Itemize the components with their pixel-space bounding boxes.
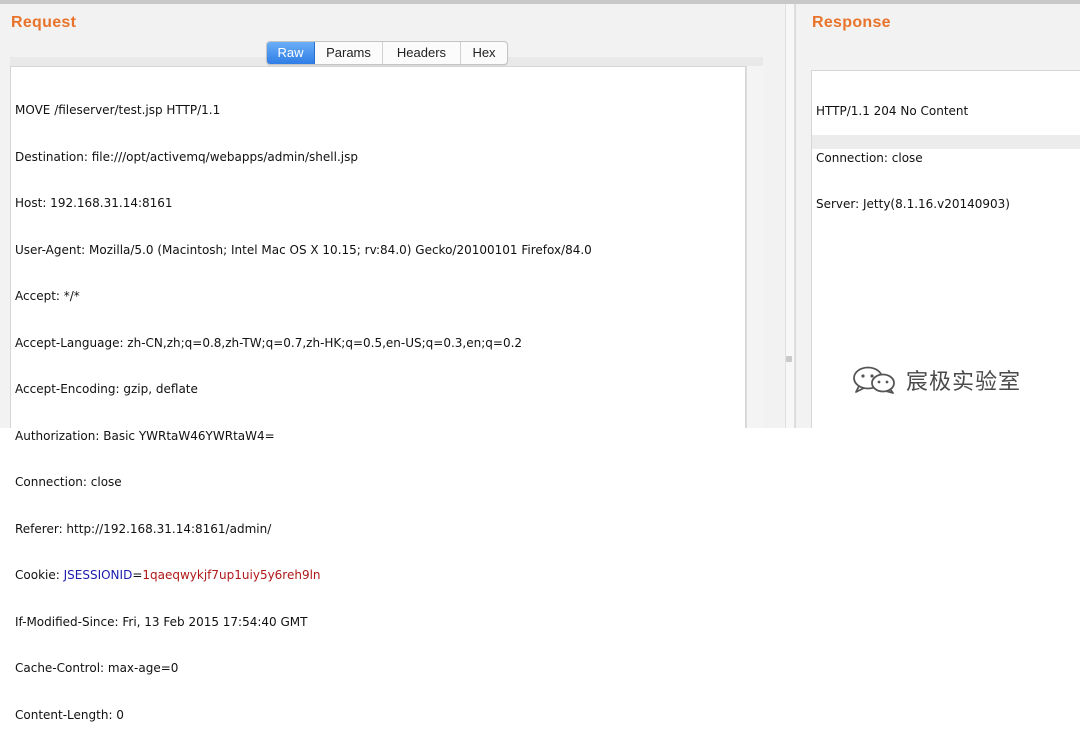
request-header-line: Connection: close <box>15 475 122 489</box>
response-title: Response <box>812 14 891 31</box>
response-status-line: HTTP/1.1 204 No Content <box>816 104 969 118</box>
response-header-line: Server: Jetty(8.1.16.v20140903) <box>816 197 1010 211</box>
request-editor-scrollbar[interactable] <box>746 66 764 428</box>
request-title: Request <box>11 14 77 31</box>
request-header-line: Cache-Control: max-age=0 <box>15 661 179 675</box>
request-view-tabs: Raw Params Headers Hex <box>266 41 508 65</box>
watermark-text: 宸极实验室 <box>906 370 1022 395</box>
request-header-line: If-Modified-Since: Fri, 13 Feb 2015 17:5… <box>15 614 308 629</box>
response-header-line: Connection: close <box>816 150 923 165</box>
tab-raw[interactable]: Raw <box>267 42 315 64</box>
cookie-equals: = <box>132 568 143 582</box>
request-line: MOVE /fileserver/test.jsp HTTP/1.1 <box>15 103 221 117</box>
tab-headers[interactable]: Headers <box>383 42 461 64</box>
request-header-line: User-Agent: Mozilla/5.0 (Macintosh; Inte… <box>15 242 592 257</box>
tab-hex[interactable]: Hex <box>461 42 507 64</box>
request-header-line: Content-Length: 0 <box>15 707 124 722</box>
tab-params[interactable]: Params <box>315 42 383 64</box>
request-header-line: Accept: */* <box>15 289 80 303</box>
request-header-line: Authorization: Basic YWRtaW46YWRtaW4= <box>15 428 275 443</box>
request-raw-text[interactable]: MOVE /fileserver/test.jsp HTTP/1.1 Desti… <box>15 72 592 739</box>
cookie-header-line: Cookie: JSESSIONID=1qaeqwykjf7up1uiy5y6r… <box>15 568 592 584</box>
cookie-name: JSESSIONID <box>63 568 133 582</box>
split-pane-divider[interactable] <box>785 4 795 428</box>
cookie-prefix: Cookie: <box>15 568 64 582</box>
request-header-line: Referer: http://192.168.31.14:8161/admin… <box>15 521 272 536</box>
request-header-line: Accept-Language: zh-CN,zh;q=0.8,zh-TW;q=… <box>15 335 523 350</box>
cookie-value: 1qaeqwykjf7up1uiy5y6reh9ln <box>142 568 321 582</box>
request-header-line: Destination: file:///opt/activemq/webapp… <box>15 149 358 164</box>
watermark: 宸极实验室 <box>850 364 1021 396</box>
wechat-icon <box>853 366 895 394</box>
request-header-line: Host: 192.168.31.14:8161 <box>15 196 173 210</box>
divider-grip-icon[interactable] <box>786 356 792 362</box>
request-header-line: Accept-Encoding: gzip, deflate <box>15 382 198 396</box>
response-raw-text[interactable]: HTTP/1.1 204 No Content Connection: clos… <box>816 73 1010 228</box>
